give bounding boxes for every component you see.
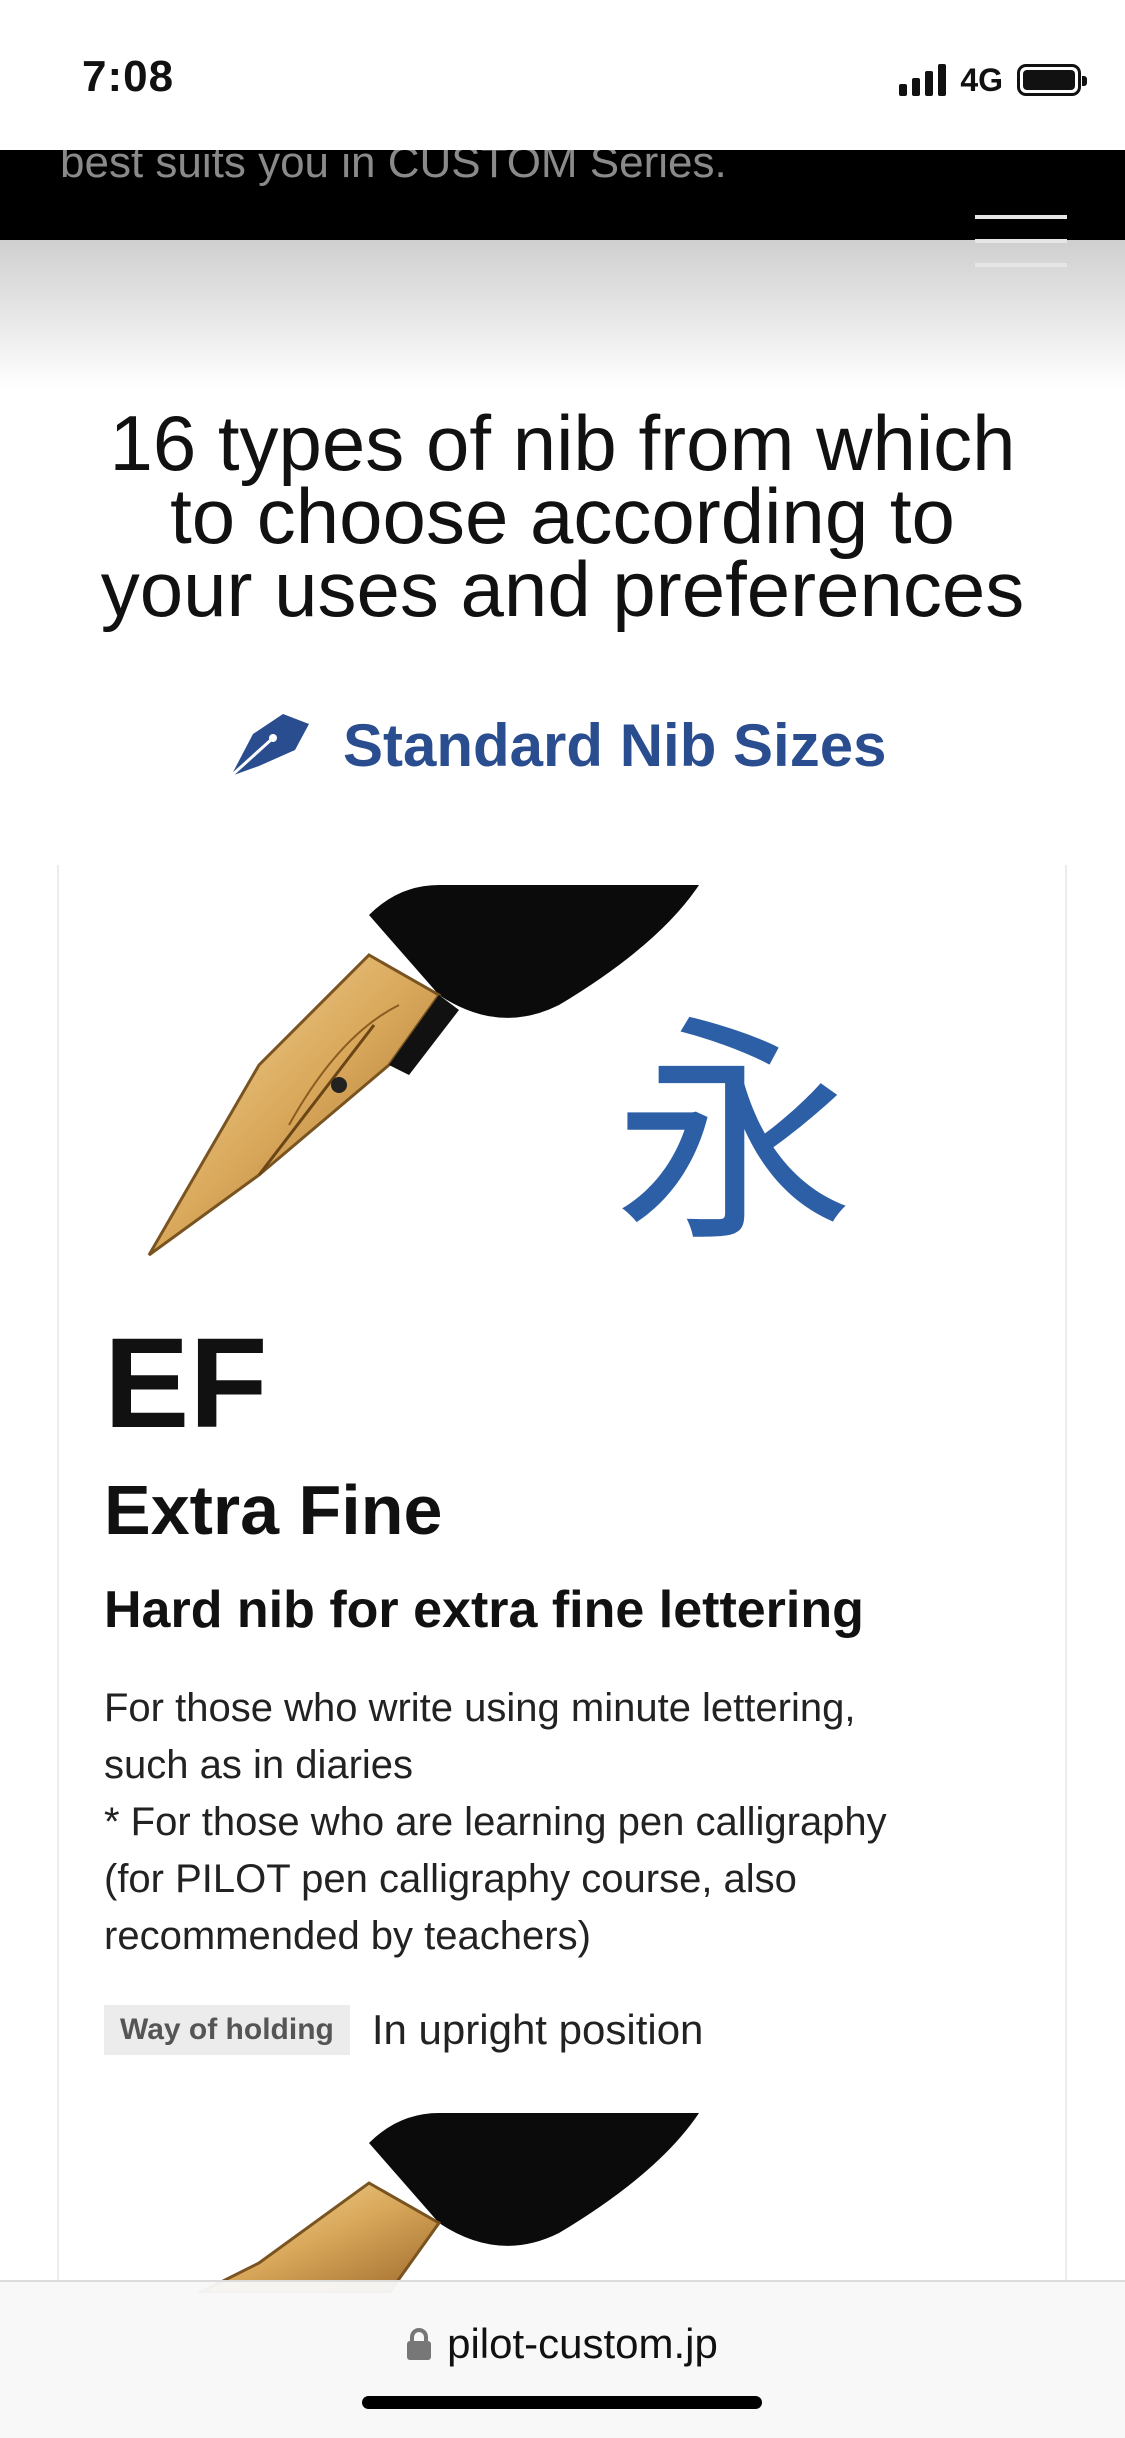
sample-character: 永 xyxy=(614,995,855,1275)
home-indicator[interactable] xyxy=(362,2396,762,2409)
headline-line-2: to choose according to xyxy=(170,472,955,561)
network-type: 4G xyxy=(960,61,1003,98)
status-bar: 7:08 4G xyxy=(0,0,1125,150)
page-headline: 16 types of nib from which to choose acc… xyxy=(40,399,1085,634)
nib-card: 永 EF Extra Fine Hard nib for extra fine … xyxy=(57,865,1067,2293)
headline-line-1: 16 types of nib from which xyxy=(109,399,1016,488)
description-line: such as in diaries xyxy=(104,1743,414,1787)
battery-icon xyxy=(1017,64,1087,96)
fountain-pen-nib-icon xyxy=(229,714,309,778)
cellular-signal-icon xyxy=(899,64,947,96)
description-line: * For those who are learning pen calligr… xyxy=(104,1800,887,1844)
section-title-text: Standard Nib Sizes xyxy=(343,711,887,779)
nib-tagline: Hard nib for extra fine lettering xyxy=(104,1581,864,1639)
holding-value: In upright position xyxy=(371,2006,704,2053)
lock-icon xyxy=(407,2328,432,2360)
address-bar[interactable]: pilot-custom.jp xyxy=(0,2320,1125,2368)
header-fade xyxy=(0,240,1125,390)
status-indicators: 4G xyxy=(899,58,1087,102)
next-nib-image xyxy=(198,2113,699,2293)
nib-description: For those who write using minute letteri… xyxy=(104,1680,1034,1965)
url-text[interactable]: pilot-custom.jp xyxy=(447,2320,718,2368)
headline-line-3: your uses and preferences xyxy=(100,545,1025,634)
holding-row: Way of holding In upright position xyxy=(104,2005,703,2055)
nib-name: Extra Fine xyxy=(104,1471,443,1549)
description-line: recommended by teachers) xyxy=(104,1914,591,1958)
section-title: Standard Nib Sizes xyxy=(225,700,886,790)
description-line: (for PILOT pen calligraphy course, also xyxy=(104,1857,797,1901)
hamburger-menu-icon[interactable] xyxy=(975,215,1067,271)
header-band-text: best suits you in CUSTOM Series. xyxy=(60,150,727,187)
holding-badge: Way of holding xyxy=(104,2005,350,2055)
header-band: best suits you in CUSTOM Series. xyxy=(0,150,1125,240)
description-line: For those who write using minute letteri… xyxy=(104,1686,856,1730)
status-time: 7:08 xyxy=(82,52,175,101)
nib-code: EF xyxy=(104,1312,268,1455)
browser-bottom-bar: pilot-custom.jp xyxy=(0,2280,1125,2438)
